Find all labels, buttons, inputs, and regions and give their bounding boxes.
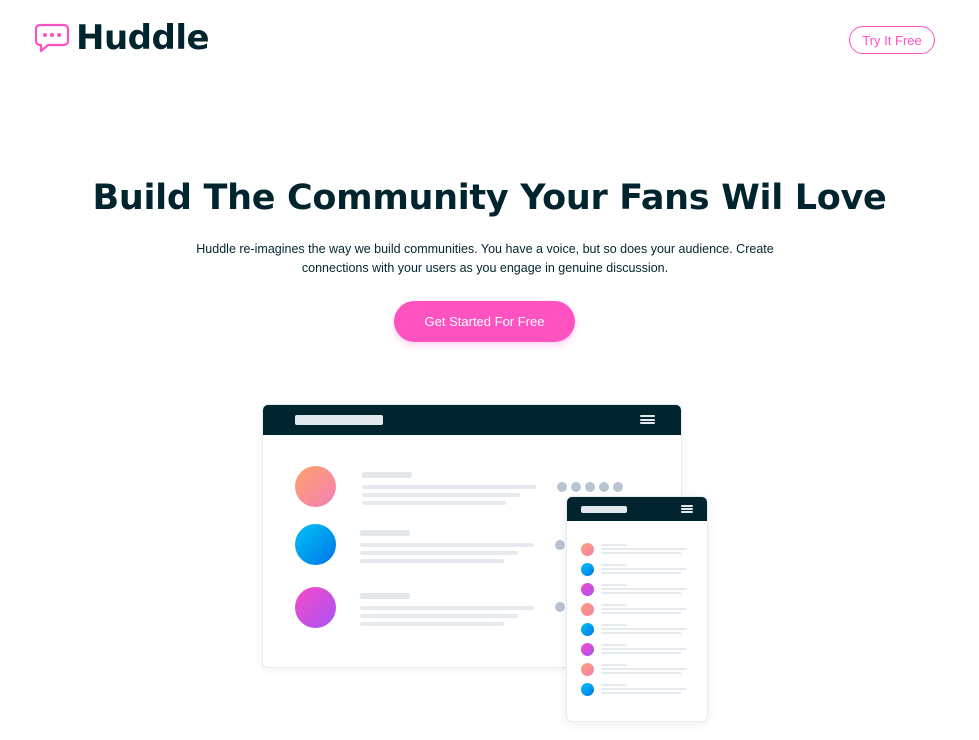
list-item: [581, 543, 693, 557]
placeholder-line: [360, 559, 504, 563]
reaction-dots: [557, 482, 623, 492]
placeholder-line: [362, 472, 412, 478]
list-item: [581, 583, 693, 597]
avatar: [581, 583, 594, 596]
reaction-dots: [555, 602, 565, 612]
list-item: [581, 563, 693, 577]
placeholder-line: [362, 485, 536, 489]
list-item: [581, 623, 693, 637]
reaction-dots: [555, 540, 565, 550]
placeholder-line: [601, 648, 687, 650]
avatar: [581, 663, 594, 676]
site-header: Huddle Try It Free: [0, 0, 979, 80]
placeholder-line: [601, 632, 681, 634]
logo[interactable]: Huddle: [34, 18, 210, 58]
placeholder-line: [601, 604, 627, 606]
hamburger-icon: [640, 415, 655, 424]
placeholder-line: [601, 652, 681, 654]
placeholder-line: [360, 530, 410, 536]
placeholder-line: [601, 584, 627, 586]
placeholder-line: [601, 684, 627, 686]
list-item: [581, 663, 693, 677]
logo-text: Huddle: [76, 18, 210, 58]
mobile-mockup: [566, 496, 708, 722]
avatar: [295, 466, 336, 507]
avatar: [581, 623, 594, 636]
placeholder-line: [362, 493, 520, 497]
avatar: [581, 543, 594, 556]
desktop-mockup-navbar: [263, 405, 681, 435]
placeholder-line: [601, 628, 687, 630]
placeholder-line: [362, 501, 506, 505]
placeholder-line: [601, 612, 681, 614]
placeholder-line: [295, 415, 383, 425]
placeholder-line: [601, 588, 687, 590]
avatar: [581, 563, 594, 576]
avatar: [581, 603, 594, 616]
hero-description: Huddle re-imagines the way we build comm…: [196, 242, 774, 275]
placeholder-line: [601, 572, 681, 574]
placeholder-line: [601, 624, 627, 626]
placeholder-line: [360, 543, 534, 547]
placeholder-line: [601, 688, 687, 690]
avatar: [295, 524, 336, 565]
avatar: [581, 683, 594, 696]
placeholder-line: [581, 506, 627, 513]
placeholder-line: [360, 551, 518, 555]
placeholder-line: [360, 614, 518, 618]
placeholder-line: [601, 548, 687, 550]
list-item: [581, 603, 693, 617]
placeholder-line: [601, 668, 687, 670]
avatar: [581, 643, 594, 656]
placeholder-line: [601, 664, 627, 666]
placeholder-line: [601, 608, 687, 610]
get-started-button[interactable]: Get Started For Free: [394, 301, 575, 342]
try-it-free-button[interactable]: Try It Free: [849, 26, 935, 54]
placeholder-line: [601, 544, 627, 546]
hero-illustration: [262, 404, 712, 734]
placeholder-line: [601, 672, 681, 674]
placeholder-line: [360, 593, 410, 599]
placeholder-line: [360, 606, 534, 610]
page-title: Build The Community Your Fans Wil Love: [92, 178, 887, 218]
placeholder-line: [601, 592, 681, 594]
placeholder-line: [601, 552, 681, 554]
list-item: [581, 683, 693, 697]
hamburger-icon: [681, 505, 693, 513]
mobile-mockup-navbar: [567, 497, 707, 521]
placeholder-line: [601, 692, 681, 694]
avatar: [295, 587, 336, 628]
chat-bubble-icon: [34, 23, 70, 53]
placeholder-line: [601, 564, 627, 566]
placeholder-line: [601, 644, 627, 646]
list-item: [581, 643, 693, 657]
placeholder-line: [360, 622, 504, 626]
placeholder-line: [601, 568, 687, 570]
